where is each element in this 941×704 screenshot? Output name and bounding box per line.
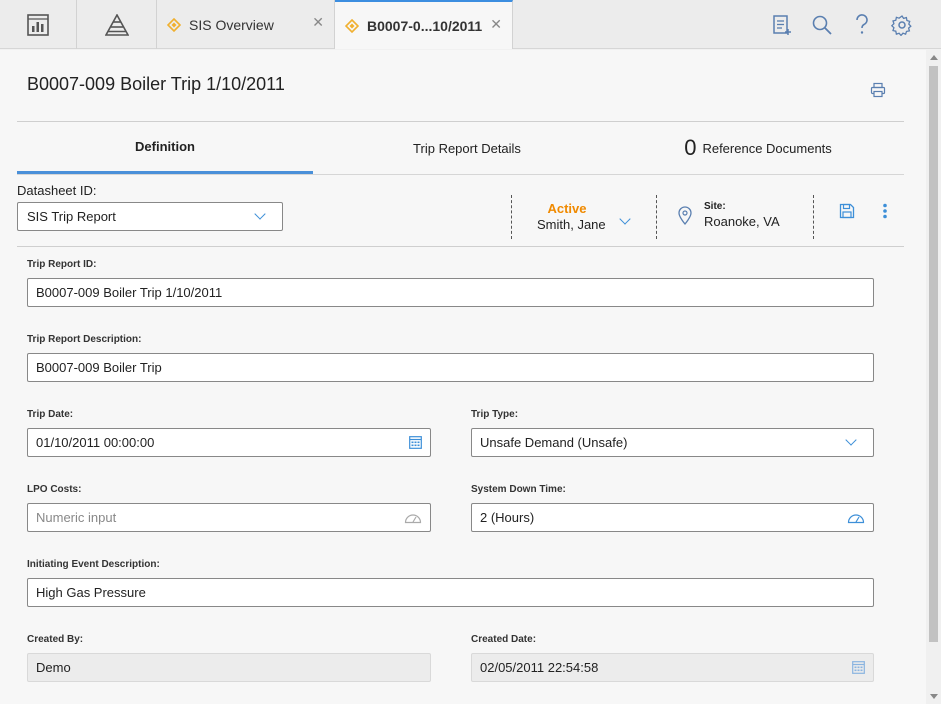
trip-type-select[interactable]: Unsafe Demand (Unsafe) — [471, 428, 874, 457]
search-button[interactable] — [810, 13, 834, 37]
print-button[interactable] — [870, 82, 886, 103]
chevron-down-icon — [254, 208, 266, 220]
field-value: B0007-009 Boiler Trip 1/10/2011 — [36, 285, 223, 300]
print-icon — [870, 82, 886, 98]
field-value: Unsafe Demand (Unsafe) — [480, 435, 628, 450]
help-button[interactable] — [850, 13, 874, 37]
trip-report-description-label: Trip Report Description: — [27, 334, 142, 345]
dashboard-button[interactable] — [0, 0, 77, 49]
lpo-costs-field[interactable]: Numeric input — [27, 503, 431, 532]
trip-type-label: Trip Type: — [471, 409, 519, 420]
more-options-button[interactable] — [882, 203, 888, 224]
state-owner: Smith, Jane — [537, 217, 606, 232]
initiating-event-label: Initiating Event Description: — [27, 559, 160, 570]
created-date-field: 02/05/2011 22:54:58 — [471, 653, 874, 682]
divider — [656, 195, 657, 239]
created-by-field: Demo — [27, 653, 431, 682]
field-value: Demo — [36, 660, 71, 675]
datasheet-label: Datasheet ID: — [17, 183, 97, 198]
hierarchy-icon — [104, 13, 129, 36]
field-value: B0007-009 Boiler Trip — [36, 360, 162, 375]
tab-label: Definition — [135, 139, 195, 154]
lpo-costs-label: LPO Costs: — [27, 484, 82, 495]
top-tab-bar: SIS Overview ✕ B0007-0...10/2011 ✕ — [0, 0, 941, 49]
divider — [17, 174, 904, 175]
save-button[interactable] — [839, 203, 855, 224]
field-value: 01/10/2011 00:00:00 — [36, 435, 155, 450]
page-title: B0007-009 Boiler Trip 1/10/2011 — [27, 74, 285, 94]
site-label: Site: — [704, 201, 726, 212]
trip-report-id-field[interactable]: B0007-009 Boiler Trip 1/10/2011 — [27, 278, 874, 307]
diamond-icon — [167, 17, 181, 32]
created-by-label: Created By: — [27, 634, 84, 645]
help-icon — [856, 14, 868, 34]
tab-label: SIS Overview — [189, 16, 274, 33]
tab-definition[interactable]: Definition — [17, 122, 313, 174]
tab-label: Trip Report Details — [413, 140, 521, 156]
diamond-icon — [345, 18, 359, 33]
field-value: 2 (Hours) — [480, 510, 535, 525]
site-value: Roanoke, VA — [704, 214, 780, 229]
system-down-time-field[interactable]: 2 (Hours) — [471, 503, 874, 532]
location-pin-icon — [678, 206, 692, 225]
settings-button[interactable] — [890, 13, 914, 37]
dashboard-icon — [27, 13, 49, 36]
scroll-down-arrow-icon[interactable] — [930, 694, 938, 699]
state-label: Active — [547, 201, 587, 216]
state-dropdown[interactable]: Active Smith, Jane — [537, 201, 631, 234]
tab-label: Reference Documents — [702, 140, 832, 156]
created-date-label: Created Date: — [471, 634, 537, 645]
add-report-button[interactable] — [770, 13, 794, 37]
divider — [17, 246, 904, 247]
field-value: 02/05/2011 22:54:58 — [480, 660, 599, 675]
trip-report-description-field[interactable]: B0007-009 Boiler Trip — [27, 353, 874, 382]
calendar-icon — [852, 661, 865, 674]
divider — [511, 195, 512, 239]
scroll-up-arrow-icon[interactable] — [930, 55, 938, 60]
settings-icon — [891, 15, 912, 36]
system-down-time-label: System Down Time: — [471, 484, 566, 495]
field-value: High Gas Pressure — [36, 585, 146, 600]
calendar-icon[interactable] — [409, 435, 422, 449]
chevron-down-icon — [845, 434, 857, 446]
reference-count: 0 — [684, 135, 697, 160]
datasheet-value: SIS Trip Report — [27, 209, 116, 224]
tab-trip-report[interactable]: B0007-0...10/2011 ✕ — [335, 0, 513, 49]
trip-report-id-label: Trip Report ID: — [27, 259, 97, 270]
divider — [813, 195, 814, 239]
save-icon — [839, 203, 855, 219]
tab-trip-report-details[interactable]: Trip Report Details — [313, 122, 621, 174]
gauge-icon — [404, 514, 422, 524]
tab-label: B0007-0...10/2011 — [367, 17, 483, 34]
gauge-icon — [847, 514, 865, 524]
field-placeholder: Numeric input — [36, 510, 117, 525]
tab-reference-documents[interactable]: 0 Reference Documents — [612, 122, 904, 174]
trip-date-label: Trip Date: — [27, 409, 74, 420]
scrollbar-thumb[interactable] — [929, 66, 938, 642]
close-tab-icon[interactable]: ✕ — [490, 16, 502, 33]
datasheet-select[interactable]: SIS Trip Report — [17, 202, 283, 231]
close-tab-icon[interactable]: ✕ — [312, 14, 324, 31]
more-vertical-icon — [883, 203, 887, 219]
tab-sis-overview[interactable]: SIS Overview ✕ — [157, 0, 335, 49]
hierarchy-button[interactable] — [77, 0, 157, 49]
add-report-icon — [773, 15, 791, 35]
trip-date-field[interactable]: 01/10/2011 00:00:00 — [27, 428, 431, 457]
search-icon — [812, 15, 832, 35]
initiating-event-field[interactable]: High Gas Pressure — [27, 578, 874, 607]
